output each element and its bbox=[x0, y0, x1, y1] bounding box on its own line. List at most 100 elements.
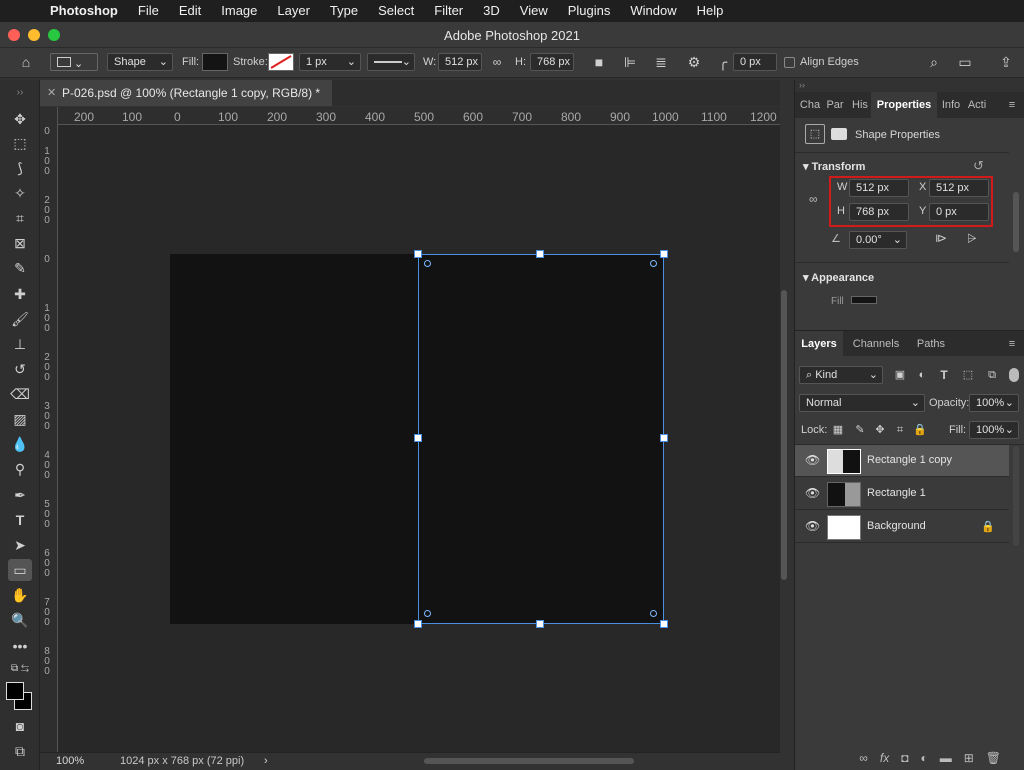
transform-handle[interactable] bbox=[536, 620, 544, 628]
document-tab[interactable]: ✕ P-026.psd @ 100% (Rectangle 1 copy, RG… bbox=[40, 80, 332, 106]
canvas-vertical-scrollbar[interactable] bbox=[781, 290, 787, 580]
collapse-toolbar-icon[interactable]: ›› bbox=[8, 82, 32, 104]
corner-radius-field[interactable]: 0 px bbox=[733, 53, 777, 71]
new-layer-icon[interactable]: ⊞ bbox=[964, 751, 974, 765]
magic-wand-tool-icon[interactable]: ✧ bbox=[8, 182, 32, 204]
transform-handle[interactable] bbox=[660, 620, 668, 628]
angle-input[interactable]: 0.00° ⌄ bbox=[849, 231, 907, 249]
type-tool-icon[interactable]: T bbox=[8, 509, 32, 531]
tab-history[interactable]: His bbox=[849, 92, 871, 118]
tab-channels[interactable]: Channels bbox=[845, 331, 907, 357]
stroke-width-field[interactable]: 1 px ⌄ bbox=[299, 53, 361, 71]
properties-scrollbar[interactable] bbox=[1013, 192, 1019, 252]
layer-row-rectangle-1-copy[interactable]: 👁 Rectangle 1 copy bbox=[795, 445, 1009, 477]
path-alignment-icon[interactable]: ⊫ bbox=[621, 53, 639, 71]
reset-transform-icon[interactable]: ↺ bbox=[973, 158, 984, 174]
filter-type-icon[interactable]: T bbox=[937, 366, 951, 384]
layers-scrollbar[interactable] bbox=[1013, 446, 1019, 546]
selected-rectangle-shape[interactable] bbox=[418, 254, 664, 624]
panel-menu-icon[interactable]: ≡ bbox=[1003, 331, 1021, 357]
layer-name[interactable]: Background bbox=[867, 520, 926, 532]
move-tool-icon[interactable]: ✥ bbox=[8, 108, 32, 130]
link-layers-icon[interactable]: ∞ bbox=[859, 751, 868, 765]
gradient-tool-icon[interactable]: ▨ bbox=[8, 408, 32, 430]
tab-character[interactable]: Cha bbox=[799, 92, 821, 118]
marquee-tool-icon[interactable]: ⬚ bbox=[8, 132, 32, 154]
lock-artboard-icon[interactable]: ⌗ bbox=[893, 421, 907, 439]
tool-preset-picker[interactable]: ⌄ bbox=[50, 53, 98, 71]
close-tab-icon[interactable]: ✕ bbox=[47, 80, 56, 106]
brush-tool-icon[interactable]: 🖌 bbox=[8, 308, 32, 330]
layer-effects-icon[interactable]: fx bbox=[880, 751, 889, 765]
transform-handle[interactable] bbox=[414, 250, 422, 258]
corner-radius-handle[interactable] bbox=[424, 610, 431, 617]
corner-radius-handle[interactable] bbox=[650, 610, 657, 617]
menu-image[interactable]: Image bbox=[211, 0, 267, 22]
home-icon[interactable]: ⌂ bbox=[16, 53, 36, 71]
vertical-ruler[interactable]: 0 100 200 0 100 200 300 400 500 600 700 … bbox=[40, 107, 58, 752]
history-brush-tool-icon[interactable]: ↺ bbox=[8, 358, 32, 380]
menu-view[interactable]: View bbox=[510, 0, 558, 22]
canvas-horizontal-scrollbar[interactable] bbox=[424, 758, 634, 764]
link-dimensions-icon[interactable]: ∞ bbox=[809, 192, 818, 206]
collapse-panels-icon[interactable]: ›› bbox=[795, 80, 1024, 92]
menu-window[interactable]: Window bbox=[620, 0, 686, 22]
pen-tool-icon[interactable]: ✒ bbox=[8, 484, 32, 506]
flip-vertical-icon[interactable]: ⩥ bbox=[967, 231, 977, 246]
x-input[interactable]: 512 px bbox=[929, 179, 989, 197]
lock-all-icon[interactable]: 🔒 bbox=[913, 421, 927, 439]
lock-transparent-icon[interactable]: ▦ bbox=[831, 421, 845, 439]
share-icon[interactable]: ⇪ bbox=[996, 53, 1016, 71]
panel-menu-icon[interactable]: ≡ bbox=[1003, 92, 1021, 118]
adjustment-layer-icon[interactable]: ◐ bbox=[920, 751, 927, 765]
appearance-fill-swatch[interactable] bbox=[851, 296, 877, 304]
flip-horizontal-icon[interactable]: ⧐ bbox=[935, 231, 947, 245]
mode-select[interactable]: Shape ⌄ bbox=[107, 53, 173, 71]
new-group-icon[interactable]: ▬ bbox=[940, 751, 952, 765]
dodge-tool-icon[interactable]: ⚲ bbox=[8, 458, 32, 480]
path-operations-icon[interactable]: ■ bbox=[590, 53, 608, 71]
lock-pixels-icon[interactable]: ✎ bbox=[853, 421, 867, 439]
height-field[interactable]: 768 px bbox=[530, 53, 574, 71]
path-selection-tool-icon[interactable]: ➤ bbox=[8, 534, 32, 556]
transform-handle[interactable] bbox=[414, 620, 422, 628]
healing-brush-tool-icon[interactable]: ✚ bbox=[8, 283, 32, 305]
shape-properties-icon[interactable]: ⬚ bbox=[805, 124, 825, 144]
height-input[interactable]: 768 px bbox=[849, 203, 909, 221]
filter-smart-object-icon[interactable]: ⧉ bbox=[985, 366, 999, 384]
horizontal-ruler[interactable]: 200 100 0 100 200 300 400 500 600 700 80… bbox=[58, 107, 780, 125]
menu-filter[interactable]: Filter bbox=[424, 0, 473, 22]
zoom-tool-icon[interactable]: 🔍 bbox=[8, 609, 32, 631]
transform-handle[interactable] bbox=[536, 250, 544, 258]
fill-field[interactable]: 100% ⌄ bbox=[969, 421, 1019, 439]
stroke-swatch[interactable] bbox=[268, 53, 294, 71]
tab-paths[interactable]: Paths bbox=[909, 331, 953, 357]
transform-handle[interactable] bbox=[414, 434, 422, 442]
path-arrangement-icon[interactable]: ≣ bbox=[652, 53, 670, 71]
default-colors-icon[interactable]: ⧉ ⇆ bbox=[8, 658, 32, 680]
visibility-eye-icon[interactable]: 👁 bbox=[805, 519, 820, 533]
lock-position-icon[interactable]: ✥ bbox=[873, 421, 887, 439]
filter-toggle[interactable] bbox=[1009, 368, 1019, 382]
menu-type[interactable]: Type bbox=[320, 0, 368, 22]
stroke-type-select[interactable]: ⌄ bbox=[367, 53, 415, 71]
add-mask-icon[interactable]: ◘ bbox=[901, 751, 908, 765]
tab-properties[interactable]: Properties bbox=[871, 92, 937, 118]
fill-swatch[interactable] bbox=[202, 53, 228, 71]
menu-edit[interactable]: Edit bbox=[169, 0, 211, 22]
opacity-field[interactable]: 100% ⌄ bbox=[969, 394, 1019, 412]
tab-actions[interactable]: Acti bbox=[965, 92, 989, 118]
transform-section[interactable]: ▾ Transform bbox=[803, 160, 865, 173]
width-field[interactable]: 512 px bbox=[438, 53, 482, 71]
screen-mode-icon[interactable]: ⧉ bbox=[8, 740, 32, 762]
link-icon[interactable]: ∞ bbox=[488, 53, 506, 71]
transform-handle[interactable] bbox=[660, 250, 668, 258]
filter-adjustment-icon[interactable]: ◐ bbox=[915, 366, 929, 384]
rectangle-tool-icon[interactable]: ▭ bbox=[8, 559, 32, 581]
tab-paragraph[interactable]: Par bbox=[824, 92, 846, 118]
canvas-area[interactable] bbox=[58, 125, 780, 752]
blend-mode-select[interactable]: Normal ⌄ bbox=[799, 394, 925, 412]
chevron-right-icon[interactable]: › bbox=[264, 755, 268, 767]
menu-3d[interactable]: 3D bbox=[473, 0, 510, 22]
filter-pixel-icon[interactable]: ▣ bbox=[893, 366, 907, 384]
